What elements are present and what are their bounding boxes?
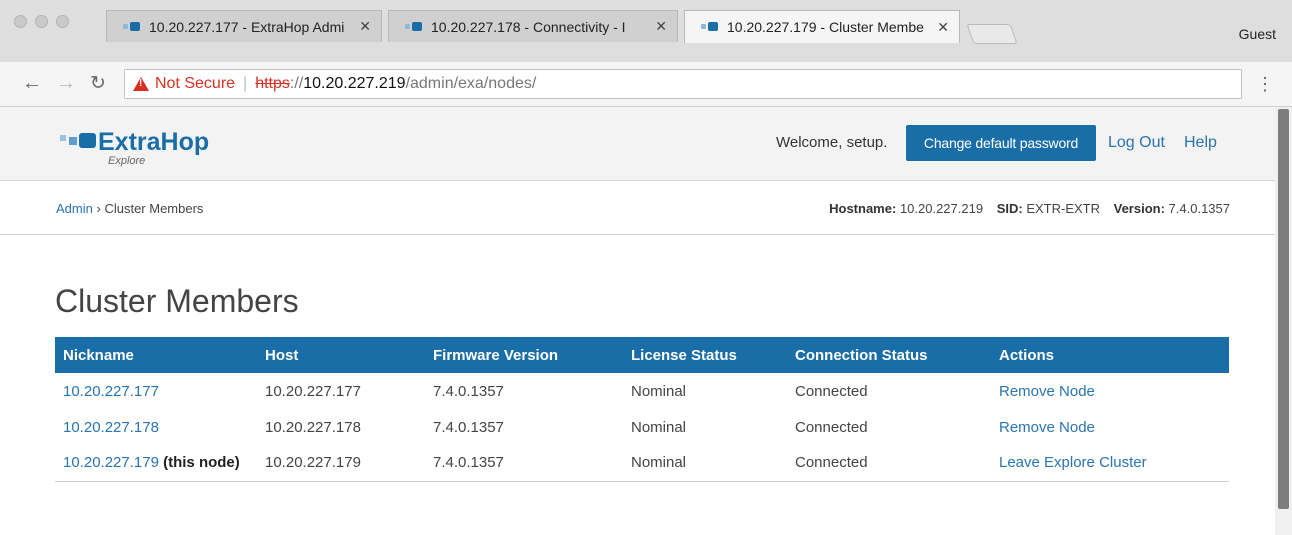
connection-cell: Connected xyxy=(795,418,868,436)
address-bar[interactable]: Not Secure | https :// 10.20.227.219 /ad… xyxy=(124,69,1242,99)
table-row: 10.20.227.177 10.20.227.177 7.4.0.1357 N… xyxy=(55,373,1229,409)
remove-node-link[interactable]: Remove Node xyxy=(999,419,1095,436)
extrahop-mark-icon xyxy=(60,129,98,153)
nickname-link[interactable]: 10.20.227.178 xyxy=(63,419,159,436)
url-scheme: https xyxy=(255,75,290,92)
breadcrumb-admin-link[interactable]: Admin xyxy=(56,201,93,216)
profile-label[interactable]: Guest xyxy=(1239,26,1276,42)
close-window-icon[interactable] xyxy=(14,15,27,28)
breadcrumb: Admin › Cluster Members xyxy=(56,201,203,216)
address-separator: | xyxy=(243,75,248,92)
nickname-cell: 10.20.227.179 (this node) xyxy=(55,445,257,482)
app-header: ExtraHop Explore Welcome, setup. Change … xyxy=(0,107,1275,181)
remove-node-link[interactable]: Remove Node xyxy=(999,383,1095,400)
browser-tab-strip: 10.20.227.177 - ExtraHop Admi ✕ 10.20.22… xyxy=(0,0,1292,62)
firmware-cell: 7.4.0.1357 xyxy=(433,382,504,400)
this-node-note: (this node) xyxy=(163,454,240,472)
breadcrumb-current: Cluster Members xyxy=(104,201,204,216)
sid-label: SID: xyxy=(996,201,1023,216)
page-content: ExtraHop Explore Welcome, setup. Change … xyxy=(0,107,1275,535)
browser-tab-2[interactable]: 10.20.227.178 - Connectivity - I ✕ xyxy=(388,10,678,42)
column-header-license: License Status xyxy=(623,337,787,373)
nickname-link[interactable]: 10.20.227.177 xyxy=(63,383,159,400)
help-link[interactable]: Help xyxy=(1184,134,1217,152)
page-title: Cluster Members xyxy=(55,283,299,319)
column-header-host: Host xyxy=(257,337,425,373)
close-tab-icon[interactable]: ✕ xyxy=(655,18,667,35)
scrollbar-thumb[interactable] xyxy=(1278,109,1289,509)
hostname-label: Hostname: xyxy=(829,201,897,216)
window-controls[interactable] xyxy=(14,15,69,28)
column-header-firmware: Firmware Version xyxy=(425,337,623,373)
welcome-text: Welcome, setup. xyxy=(776,134,888,151)
breadcrumb-separator: › xyxy=(96,201,101,216)
actions-cell: Remove Node xyxy=(991,373,1229,409)
tab-title: 10.20.227.179 - Cluster Membe xyxy=(727,19,924,35)
url-host-prefix: :// xyxy=(289,75,304,92)
forward-arrow-icon[interactable]: → xyxy=(56,72,76,95)
url-path: /admin/exa/nodes/ xyxy=(405,75,537,92)
host-cell: 10.20.227.177 xyxy=(265,382,361,400)
sid-value: EXTR-EXTR xyxy=(1026,201,1100,216)
column-header-connection: Connection Status xyxy=(787,337,991,373)
breadcrumb-bar: Admin › Cluster Members Hostname: 10.20.… xyxy=(0,181,1275,235)
browser-menu-icon[interactable]: ⋮ xyxy=(1256,74,1274,95)
reload-icon[interactable]: ↻ xyxy=(90,72,106,95)
firmware-cell: 7.4.0.1357 xyxy=(425,445,623,482)
extrahop-favicon-icon xyxy=(701,21,719,33)
page-scrollbar[interactable] xyxy=(1275,107,1292,535)
license-cell: Nominal xyxy=(631,382,687,400)
actions-cell: Remove Node xyxy=(991,409,1229,445)
change-password-button[interactable]: Change default password xyxy=(906,125,1096,161)
table-row: 10.20.227.179 (this node) 10.20.227.179 … xyxy=(55,445,1229,482)
table-header-row: Nickname Host Firmware Version License S… xyxy=(55,337,1229,373)
firmware-cell: 7.4.0.1357 xyxy=(433,418,504,436)
nickname-link[interactable]: 10.20.227.179 xyxy=(63,454,159,471)
actions-cell: Leave Explore Cluster xyxy=(991,445,1229,482)
license-cell: Nominal xyxy=(623,445,787,482)
brand-subtitle: Explore xyxy=(108,155,146,167)
license-cell: Nominal xyxy=(631,418,687,436)
browser-tab-1[interactable]: 10.20.227.177 - ExtraHop Admi ✕ xyxy=(106,10,382,42)
maximize-window-icon[interactable] xyxy=(56,15,69,28)
version-value: 7.4.0.1357 xyxy=(1168,201,1230,216)
url-host: 10.20.227.219 xyxy=(303,75,406,92)
leave-cluster-link[interactable]: Leave Explore Cluster xyxy=(999,454,1147,471)
table-row: 10.20.227.178 10.20.227.178 7.4.0.1357 N… xyxy=(55,409,1229,445)
close-tab-icon[interactable]: ✕ xyxy=(359,18,371,35)
minimize-window-icon[interactable] xyxy=(35,15,48,28)
connection-cell: Connected xyxy=(795,382,868,400)
tab-title: 10.20.227.178 - Connectivity - I xyxy=(431,18,626,35)
cluster-members-table: Nickname Host Firmware Version License S… xyxy=(55,337,1229,482)
extrahop-logo[interactable]: ExtraHop Explore xyxy=(60,128,210,167)
version-label: Version: xyxy=(1113,201,1165,216)
hostname-value: 10.20.227.219 xyxy=(899,201,984,216)
host-cell: 10.20.227.179 xyxy=(257,445,425,482)
logout-link[interactable]: Log Out xyxy=(1108,134,1165,152)
extrahop-favicon-icon xyxy=(405,21,423,33)
browser-tab-3-active[interactable]: 10.20.227.179 - Cluster Membe ✕ xyxy=(684,10,960,43)
back-arrow-icon[interactable]: ← xyxy=(22,72,42,95)
column-header-actions: Actions xyxy=(991,337,1229,373)
nickname-cell: 10.20.227.177 xyxy=(55,373,257,409)
tab-title: 10.20.227.177 - ExtraHop Admi xyxy=(149,18,345,35)
security-label[interactable]: Not Secure xyxy=(155,75,235,93)
close-tab-icon[interactable]: ✕ xyxy=(937,19,949,36)
warning-icon xyxy=(133,77,149,91)
host-cell: 10.20.227.178 xyxy=(265,418,361,436)
column-header-nickname: Nickname xyxy=(55,337,257,373)
browser-toolbar: ← → ↻ Not Secure | https :// 10.20.227.2… xyxy=(0,62,1292,107)
system-info: Hostname: 10.20.227.219 SID: EXTR-EXTR V… xyxy=(829,201,1230,216)
extrahop-favicon-icon xyxy=(123,21,141,33)
new-tab-button[interactable] xyxy=(966,24,1018,44)
connection-cell: Connected xyxy=(787,445,991,482)
nickname-cell: 10.20.227.178 xyxy=(55,409,257,445)
brand-name: ExtraHop xyxy=(98,128,210,156)
